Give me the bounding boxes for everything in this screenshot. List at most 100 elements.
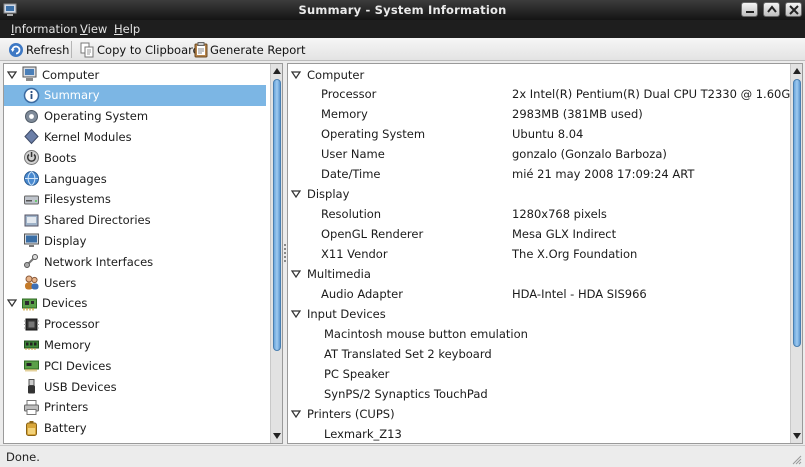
details-scrollbar[interactable] <box>790 64 802 443</box>
detail-row[interactable]: User Name gonzalo (Gonzalo Barboza) <box>288 144 788 165</box>
tree-item-label: Filesystems <box>44 192 111 207</box>
close-button[interactable] <box>785 2 802 17</box>
tree-item-display[interactable]: Display <box>4 230 266 251</box>
section-computer[interactable]: Computer <box>288 64 788 85</box>
maximize-button[interactable] <box>763 2 780 17</box>
arrow-down-icon <box>793 433 801 439</box>
tree-item-network-interfaces[interactable]: Network Interfaces <box>4 251 266 272</box>
section-expander[interactable] <box>290 408 302 420</box>
details-scroll-up-arrow[interactable] <box>791 65 802 77</box>
detail-value: gonzalo (Gonzalo Barboza) <box>512 147 667 162</box>
details-panel[interactable]: Computer Processor 2x Intel(R) Pentium(R) … <box>287 63 803 444</box>
network-icon <box>24 254 38 269</box>
detail-row[interactable]: X11 Vendor The X.Org Foundation <box>288 244 788 265</box>
detail-row[interactable]: OpenGL Renderer Mesa GLX Indirect <box>288 224 788 245</box>
tree-scrollbar[interactable] <box>270 64 282 443</box>
detail-row[interactable]: SynPS/2 Synaptics TouchPad <box>288 383 788 404</box>
minimize-button[interactable] <box>741 2 758 17</box>
menu-view[interactable]: View <box>80 22 107 36</box>
detail-row[interactable]: PC Speaker <box>288 363 788 384</box>
tree-item-printers[interactable]: Printers <box>4 397 266 418</box>
monitor-icon <box>23 232 40 249</box>
tree-scroll-thumb[interactable] <box>273 79 281 351</box>
tree-item-summary[interactable]: Summary <box>4 84 266 106</box>
category-tree[interactable]: Computer Summary Operating System Kernel Mo… <box>3 63 283 444</box>
tree-item-kernel-modules[interactable]: Kernel Modules <box>4 126 266 147</box>
section-expander[interactable] <box>290 69 302 81</box>
tree-item-battery[interactable]: Battery <box>4 418 266 439</box>
tree-expander[interactable] <box>6 69 18 81</box>
copy-to-clipboard-button[interactable]: Copy to Clipboard <box>79 40 200 59</box>
detail-row[interactable]: Processor 2x Intel(R) Pentium(R) Dual CPU… <box>288 84 802 105</box>
scroll-up-arrow[interactable] <box>271 65 282 77</box>
pane-resize-grip[interactable] <box>284 244 286 264</box>
report-icon <box>194 41 208 57</box>
details-scroll-thumb[interactable] <box>793 79 801 347</box>
detail-row[interactable]: Audio Adapter HDA-Intel - HDA SIS966 <box>288 283 788 304</box>
section-expander[interactable] <box>290 268 302 280</box>
section-printers-cups[interactable]: Printers (CUPS) <box>288 403 788 424</box>
tree-item-processor[interactable]: Processor <box>4 314 266 335</box>
section-expander[interactable] <box>290 188 302 200</box>
tree-item-filesystems[interactable]: Filesystems <box>4 189 266 210</box>
tree-item-pci-devices[interactable]: PCI Devices <box>4 355 266 376</box>
menu-help[interactable]: Help <box>114 22 140 36</box>
printer-icon <box>23 399 40 416</box>
detail-value: 2983MB (381MB used) <box>512 107 643 122</box>
tree-item-computer[interactable]: Computer <box>4 64 266 85</box>
detail-row[interactable]: Lexmark_Z13 <box>288 423 788 443</box>
resize-grip-icon[interactable] <box>790 453 802 465</box>
detail-row[interactable]: Macintosh mouse button emulation <box>288 323 788 344</box>
section-expander[interactable] <box>290 308 302 320</box>
detail-row[interactable]: Resolution 1280x768 pixels <box>288 204 788 225</box>
section-display[interactable]: Display <box>288 184 788 205</box>
expander-open-icon[interactable] <box>291 70 301 80</box>
detail-row[interactable]: Operating System Ubuntu 8.04 <box>288 124 788 145</box>
tree-item-operating-system[interactable]: Operating System <box>4 106 266 127</box>
users-icon <box>23 274 40 291</box>
tree-item-devices[interactable]: Devices <box>4 293 266 314</box>
tree-item-shared-directories[interactable]: Shared Directories <box>4 210 266 231</box>
power-icon <box>23 149 40 166</box>
tree-item-label: Operating System <box>44 109 149 124</box>
detail-row[interactable]: Memory 2983MB (381MB used) <box>288 104 788 125</box>
tree-expander[interactable] <box>6 297 18 309</box>
tree-item-label: Network Interfaces <box>44 254 154 269</box>
detail-value: The X.Org Foundation <box>512 247 638 262</box>
processor-icon <box>24 318 39 331</box>
tree-item-memory[interactable]: Memory <box>4 334 266 355</box>
title-bar[interactable]: Summary - System Information <box>0 0 805 20</box>
gear-icon <box>23 108 40 125</box>
gear-icon <box>25 109 38 123</box>
section-multimedia[interactable]: Multimedia <box>288 264 788 285</box>
memory-icon <box>24 340 39 351</box>
tree-item-label: USB Devices <box>44 379 117 394</box>
section-input-devices[interactable]: Input Devices <box>288 303 788 324</box>
detail-key: SynPS/2 Synaptics TouchPad <box>324 386 488 401</box>
tree-item-users[interactable]: Users <box>4 272 266 293</box>
expander-open-icon[interactable] <box>291 309 301 319</box>
expander-open-icon[interactable] <box>7 70 17 80</box>
details-scroll-down-arrow[interactable] <box>791 430 802 442</box>
detail-key: Date/Time <box>321 167 381 182</box>
detail-row[interactable]: Date/Time mié 21 may 2008 17:09:24 ART <box>288 164 788 185</box>
tree-item-boots[interactable]: Boots <box>4 147 266 168</box>
info-icon <box>23 87 40 104</box>
info-icon <box>23 87 40 104</box>
expander-open-icon[interactable] <box>7 298 17 308</box>
arrow-up-icon <box>793 68 801 74</box>
refresh-button[interactable]: Refresh <box>8 40 69 59</box>
app-window: Summary - System Information Information… <box>0 0 805 467</box>
generate-report-button[interactable]: Generate Report <box>194 40 306 59</box>
menu-information[interactable]: Information <box>11 22 78 36</box>
languages-icon <box>24 171 39 186</box>
expander-open-icon[interactable] <box>291 269 301 279</box>
tree-item-usb-devices[interactable]: USB Devices <box>4 376 266 397</box>
expander-open-icon[interactable] <box>291 189 301 199</box>
chevron-up-icon <box>767 5 777 13</box>
scroll-down-arrow[interactable] <box>271 430 282 442</box>
detail-row[interactable]: AT Translated Set 2 keyboard <box>288 343 788 364</box>
detail-value: 2x Intel(R) Pentium(R) Dual CPU T2330 @ … <box>512 87 803 102</box>
tree-item-languages[interactable]: Languages <box>4 168 266 189</box>
expander-open-icon[interactable] <box>291 409 301 419</box>
